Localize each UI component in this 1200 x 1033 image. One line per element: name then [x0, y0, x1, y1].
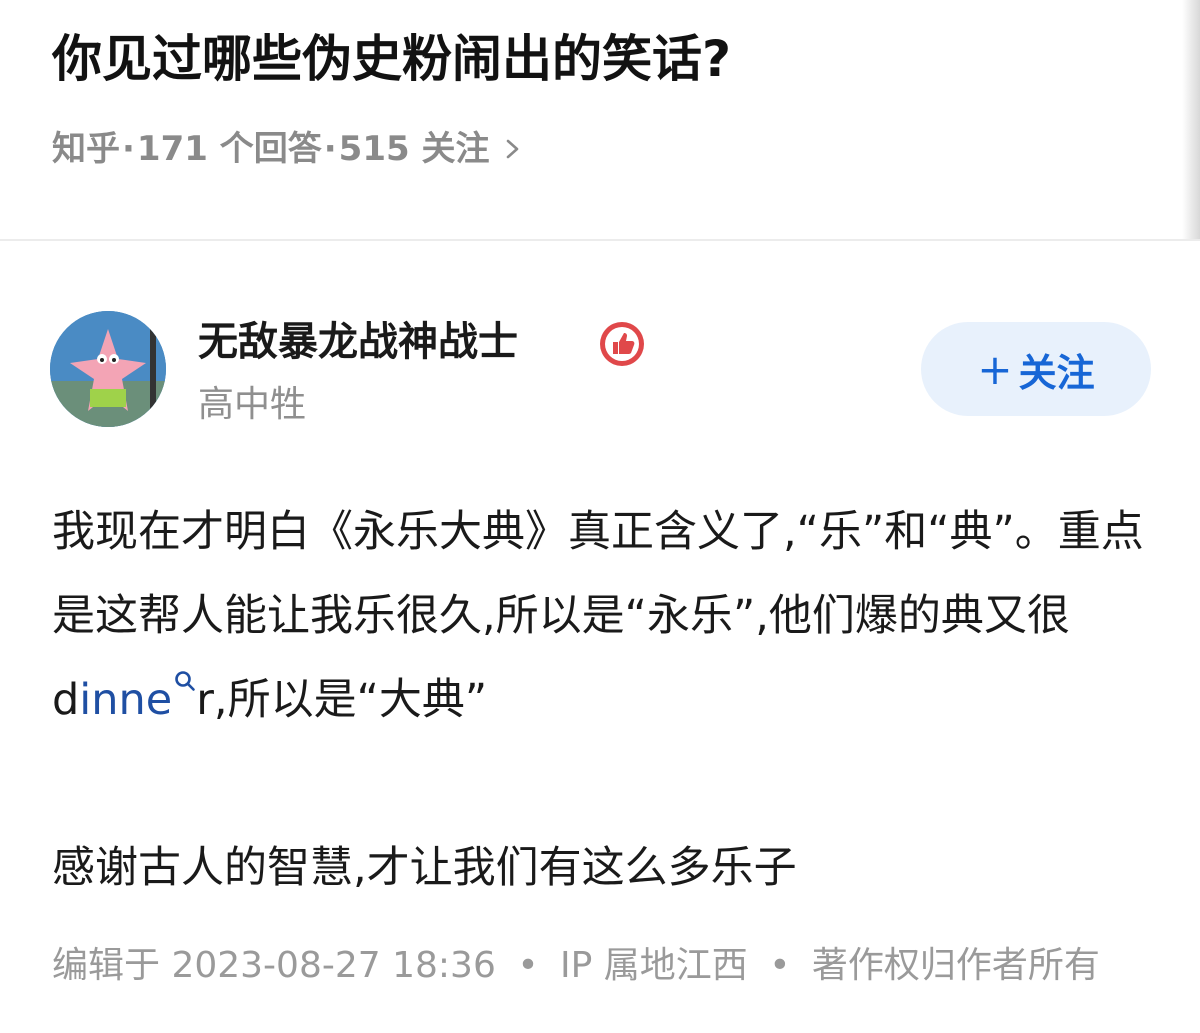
avatar-image: [50, 311, 166, 427]
avatar[interactable]: [50, 311, 166, 427]
meta-separator: ·: [122, 129, 135, 169]
keyword-text: inne: [79, 675, 173, 725]
author-headline: 高中牲: [198, 384, 307, 425]
edit-timestamp: 编辑于 2023-08-27 18:36: [52, 945, 496, 986]
answer-paragraph: 我现在才明白《永乐大典》真正含义了,“乐”和“典”。重点是这帮人能让我乐很久,所…: [52, 490, 1162, 742]
dot-separator: •: [769, 945, 791, 986]
author-row: 无敌暴龙战神战士 高中牲 + 关注: [0, 300, 1200, 440]
copyright-notice: 著作权归作者所有: [811, 945, 1100, 986]
answer-text: r,所以是“大典”: [196, 675, 488, 725]
section-divider: [0, 239, 1200, 241]
author-name[interactable]: 无敌暴龙战神战士: [198, 314, 518, 370]
edge-shadow: [1182, 0, 1200, 240]
answer-count: 171 个回答: [136, 129, 322, 169]
question-title[interactable]: 你见过哪些伪史粉闹出的笑话?: [52, 24, 731, 94]
answer-paragraph: 感谢古人的智慧,才让我们有这么多乐子: [52, 843, 797, 893]
follower-count: 515 关注: [338, 129, 490, 169]
answer-text: 我现在才明白《永乐大典》真正含义了,“乐”和“典”。重点是这帮人能让我乐很久,所…: [52, 507, 1144, 641]
follow-button[interactable]: + 关注: [921, 322, 1151, 416]
thumbs-up-icon: [600, 322, 644, 366]
answer-text: d: [52, 675, 80, 725]
question-header: 你见过哪些伪史粉闹出的笑话? 知乎 · 171 个回答 · 515 关注: [0, 0, 1200, 240]
meta-separator: ·: [323, 129, 337, 169]
answer-body: 我现在才明白《永乐大典》真正含义了,“乐”和“典”。重点是这帮人能让我乐很久,所…: [52, 490, 1162, 910]
follow-label: 关注: [1018, 350, 1095, 395]
chevron-right-icon: [507, 139, 519, 159]
search-keyword-link[interactable]: inne: [79, 671, 196, 725]
question-meta[interactable]: 知乎 · 171 个回答 · 515 关注: [52, 124, 523, 174]
answer-footer: 编辑于 2023-08-27 18:36 • IP 属地江西 • 著作权归作者所…: [52, 938, 1100, 994]
dot-separator: •: [517, 945, 539, 986]
source-label: 知乎: [52, 129, 120, 169]
ip-location: IP 属地江西: [560, 945, 748, 986]
plus-icon: +: [977, 344, 1013, 394]
search-icon: [175, 671, 196, 691]
